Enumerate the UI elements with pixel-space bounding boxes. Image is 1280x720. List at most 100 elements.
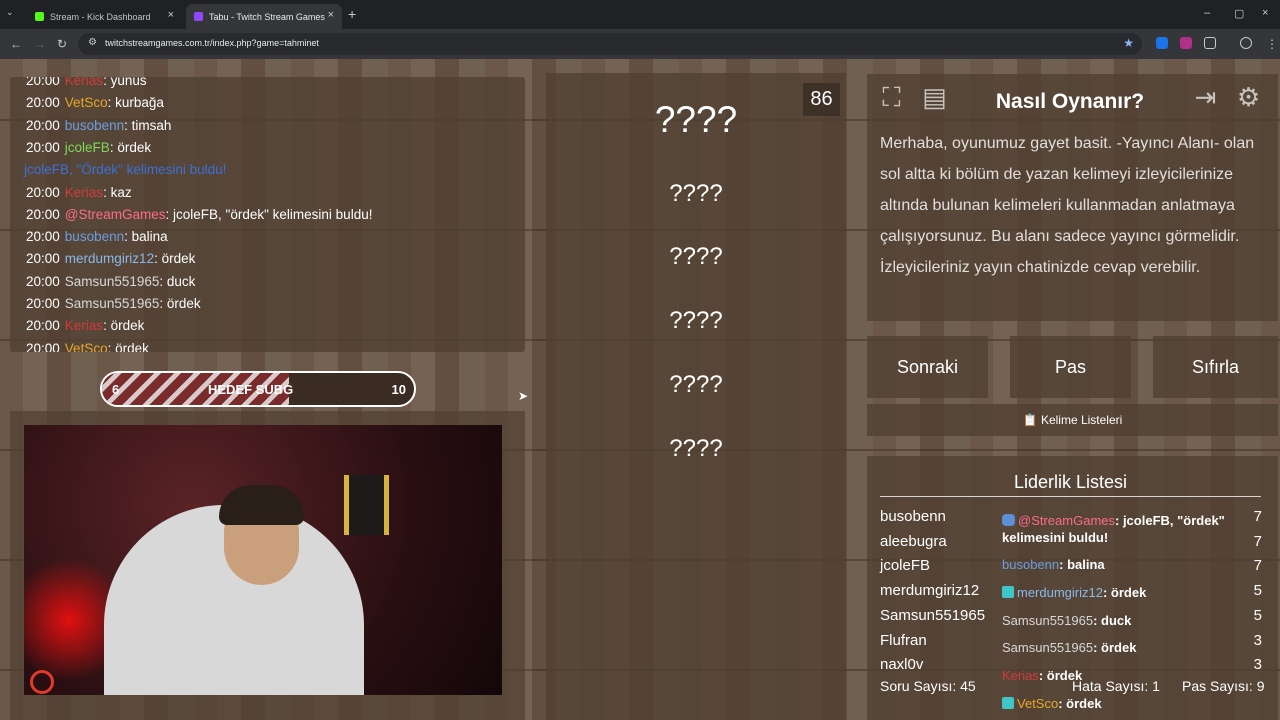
url-field[interactable]: ⚙ twitchstreamgames.com.tr/index.php?gam… [78, 33, 1142, 55]
tab-tabu-game[interactable]: Tabu - Twitch Stream Games × [186, 4, 342, 29]
chat-text: : ördek [109, 139, 152, 155]
chat-message: 20:00 jcoleFB: ördek [26, 140, 151, 155]
sub-badge-icon [1002, 586, 1014, 598]
chat-text: : jcoleFB, "ördek" kelimesini buldu! [165, 206, 373, 222]
reset-button[interactable]: Sıfırla [1153, 336, 1278, 398]
close-tab-icon[interactable]: × [168, 9, 174, 21]
back-icon[interactable]: ← [10, 37, 22, 51]
chat-message: 20:00 VetSco: kurbağa [26, 95, 164, 110]
chat-username[interactable]: Kerias [65, 185, 103, 200]
overlay-text: kelimesini buldu! [1002, 530, 1109, 545]
mouse-cursor-icon: ➤ [518, 389, 529, 403]
overlay-text: : balina [1059, 557, 1105, 572]
overlay-text: : ördek [1058, 696, 1102, 711]
extension-icon[interactable] [1180, 37, 1192, 49]
game-page: 20:00 Kerias: yunus 20:00 VetSco: kurbağa 20… [0, 59, 1280, 720]
gear-icon[interactable]: ⚙ [1233, 82, 1264, 113]
chat-username[interactable]: Kerias [65, 318, 103, 333]
chat-timestamp: 20:00 [26, 184, 60, 200]
leaderboard-score: 3 [1253, 656, 1262, 674]
chat-username[interactable]: @StreamGames [65, 207, 166, 222]
menu-icon[interactable]: ⋮ [1266, 37, 1278, 51]
extension-icon[interactable] [1156, 37, 1168, 49]
chat-message: 20:00 Kerias: ördek [26, 318, 144, 333]
tab-list-icon[interactable]: ⌄ [6, 7, 14, 18]
chat-message: jcoleFB, "Ördek" kelimesini buldu! [24, 162, 226, 177]
leaderboard-divider [880, 496, 1261, 497]
close-tab-icon[interactable]: × [328, 9, 334, 21]
overlay-text: : ördek [1102, 585, 1147, 600]
chat-username[interactable]: Samsun551965 [65, 296, 160, 311]
chat-username[interactable]: busobenn [65, 229, 124, 244]
forbidden-word: ???? [669, 180, 723, 207]
tab-kick-dashboard[interactable]: Stream - Kick Dashboard × [27, 4, 182, 29]
leaderboard-score: 7 [1253, 532, 1262, 550]
leaderboard-name: aleebugra [880, 532, 947, 550]
profile-icon[interactable] [1240, 37, 1252, 49]
tab-title: Stream - Kick Dashboard [50, 11, 151, 22]
next-button[interactable]: Sonraki [867, 336, 988, 398]
overlay-username: @StreamGames [1018, 513, 1115, 528]
chat-username[interactable]: VetSco [65, 341, 108, 352]
chat-username[interactable]: merdumgiriz12 [65, 251, 154, 266]
chat-username[interactable]: jcoleFB, "Ördek" kelimesini buldu! [24, 162, 226, 177]
main-word: ???? [654, 99, 738, 140]
overlay-username: VetSco [1017, 696, 1059, 711]
chat-message: 20:00 @StreamGames: jcoleFB, "ördek" keli… [26, 207, 372, 222]
overlay-text: : jcoleFB, "ördek" [1115, 513, 1225, 528]
forward-icon[interactable]: → [34, 37, 46, 51]
chat-timestamp: 20:00 [26, 318, 60, 334]
overlay-chat-line: busobenn: balina [1002, 557, 1105, 572]
streamer-hair [219, 485, 304, 525]
overlay-username: busobenn [1002, 557, 1060, 572]
twitch-favicon-icon [194, 12, 203, 21]
chat-username[interactable]: VetSco [65, 95, 108, 110]
chat-message: 20:00 busobenn: balina [26, 229, 168, 244]
pass-button[interactable]: Pas [1010, 336, 1131, 398]
kick-favicon-icon [35, 12, 44, 21]
chat-message: 20:00 Kerias: kaz [26, 185, 132, 200]
forbidden-word: ???? [669, 307, 723, 334]
goal-current: 6 [112, 382, 120, 397]
chat-username[interactable]: Samsun551965 [65, 274, 160, 289]
overlay-chat-line: VetSco: ördek [1002, 696, 1102, 711]
leaderboard-name: busobenn [880, 508, 946, 525]
chat-username[interactable]: busobenn [65, 118, 124, 133]
word-lists-button[interactable]: 📋 Kelime Listeleri [867, 404, 1278, 436]
chat-message: 20:00 Kerias: yunus [26, 77, 147, 88]
sub-goal-bar: 6 HEDEF SUBG 10 [100, 371, 416, 407]
close-window-icon[interactable]: × [1262, 7, 1268, 19]
minimize-icon[interactable]: – [1204, 7, 1210, 19]
maximize-icon[interactable]: ▢ [1234, 7, 1244, 20]
chat-timestamp: 20:00 [26, 273, 60, 289]
site-info-icon[interactable]: ⚙ [88, 37, 97, 48]
reload-icon[interactable]: ↻ [57, 37, 67, 51]
record-indicator-icon [30, 670, 54, 694]
chat-username[interactable]: jcoleFB [65, 140, 110, 155]
chat-timestamp: 20:00 [26, 117, 60, 133]
chat-username[interactable]: Kerias [65, 77, 103, 88]
how-to-play-text: Merhaba, oyunumuz gayet basit. -Yayıncı … [880, 135, 1255, 276]
leaderboard-score: 5 [1253, 606, 1262, 624]
notes-icon[interactable]: ▤ [919, 82, 950, 113]
url-text: twitchstreamgames.com.tr/index.php?game=… [105, 38, 319, 48]
webcam-panel [10, 411, 525, 720]
leaderboard-score: 5 [1253, 582, 1262, 600]
chat-timestamp: 20:00 [26, 340, 60, 352]
new-tab-icon[interactable]: + [348, 6, 356, 22]
chat-text: : balina [124, 229, 168, 245]
overlay-chat-line: Kerias: ördek [1002, 668, 1082, 683]
extensions-puzzle-icon[interactable] [1204, 37, 1216, 49]
overlay-chat-line: merdumgiriz12: ördek [1002, 585, 1146, 600]
chat-message: 20:00 merdumgiriz12: ördek [26, 251, 195, 266]
exit-icon[interactable]: ⇥ [1190, 82, 1221, 113]
fullscreen-icon[interactable]: ⛶ [876, 82, 907, 113]
chat-text: : ördek [154, 251, 196, 267]
chat-text: : ördek [159, 296, 201, 311]
address-bar-row: ← → ↻ ⚙ twitchstreamgames.com.tr/index.p… [0, 29, 1280, 59]
overlay-chat-line: kelimesini buldu! [1002, 530, 1108, 545]
forbidden-word: ???? [669, 371, 723, 398]
forbidden-word: ???? [669, 243, 723, 270]
overlay-username: Samsun551965 [1002, 640, 1094, 655]
bookmark-star-icon[interactable]: ★ [1123, 36, 1134, 50]
